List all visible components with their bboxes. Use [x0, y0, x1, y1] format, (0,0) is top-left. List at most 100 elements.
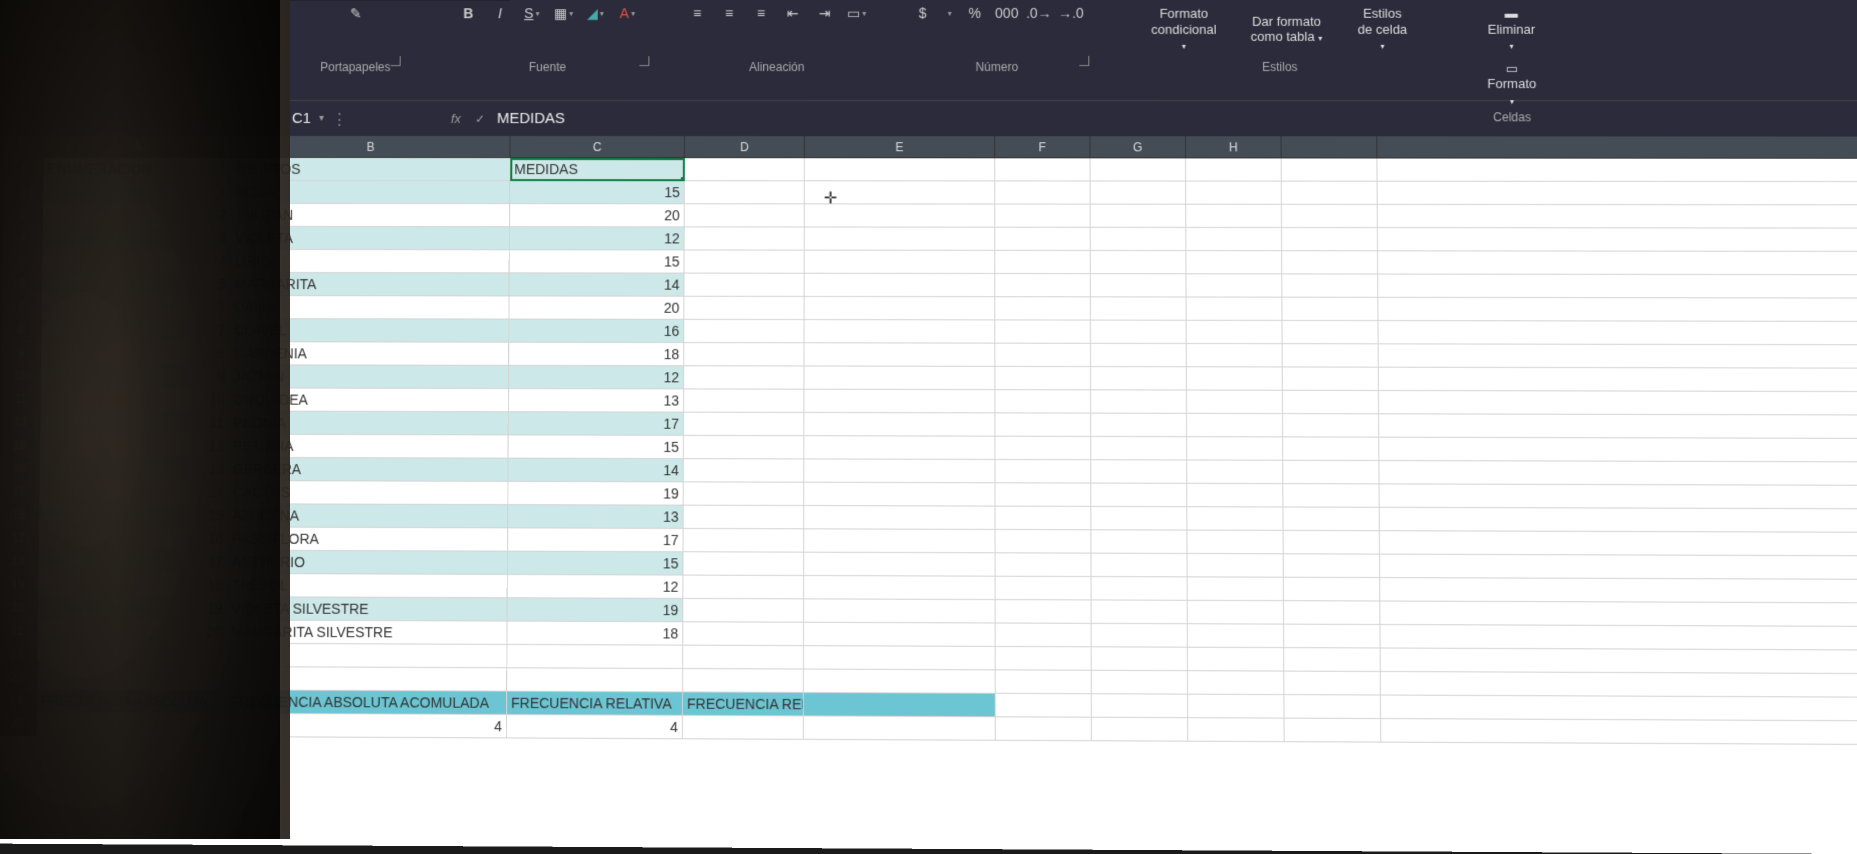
cell[interactable] [1379, 438, 1857, 463]
fill-color-icon[interactable]: ◢▾ [587, 4, 605, 22]
cell[interactable] [995, 205, 1090, 228]
cell[interactable]: 15 [510, 250, 685, 273]
cell[interactable] [1284, 672, 1381, 696]
column-header[interactable]: H [1186, 136, 1282, 158]
cell[interactable] [996, 507, 1092, 531]
cell[interactable] [1188, 601, 1284, 625]
cell[interactable] [996, 670, 1092, 694]
cell[interactable] [995, 437, 1091, 461]
cell[interactable] [685, 158, 805, 181]
cell[interactable] [1380, 531, 1857, 556]
cell[interactable] [1187, 484, 1283, 508]
cell[interactable] [1283, 391, 1379, 415]
column-header[interactable]: G [1090, 136, 1186, 158]
cell[interactable] [996, 717, 1092, 741]
cell-styles-button[interactable]: Estilos de celda ▾ [1350, 4, 1414, 55]
cell[interactable]: 12 [508, 575, 684, 599]
cell[interactable] [804, 366, 995, 390]
cell[interactable] [1379, 414, 1857, 439]
cell[interactable] [1284, 578, 1380, 602]
cell[interactable] [1092, 694, 1188, 718]
cell[interactable] [804, 343, 995, 367]
cell[interactable]: 16 [509, 320, 684, 343]
cell[interactable] [684, 436, 805, 460]
cell[interactable]: 17 [509, 412, 684, 436]
cell[interactable]: FRECUENCIA RELATIVA ACOMULADA [683, 692, 804, 716]
cell[interactable] [1378, 205, 1857, 229]
cell[interactable]: 20 [509, 296, 684, 319]
cell[interactable] [507, 668, 683, 692]
name-box[interactable]: C1 ▾ ⋮ [292, 109, 411, 127]
column-header[interactable]: D [685, 136, 805, 158]
cell[interactable] [684, 506, 805, 530]
cell[interactable]: 19 [508, 482, 683, 506]
cell[interactable] [996, 577, 1092, 601]
formula-input[interactable]: MEDIDAS [497, 110, 565, 127]
cell[interactable] [1380, 555, 1857, 580]
cell[interactable] [804, 670, 996, 694]
cell[interactable] [1284, 695, 1381, 719]
column-header[interactable] [1282, 136, 1378, 158]
name-box-dropdown-icon[interactable]: ▾ [319, 113, 324, 124]
cell[interactable] [1378, 228, 1857, 252]
cell[interactable] [1188, 648, 1284, 672]
cell[interactable] [805, 227, 996, 250]
cell[interactable] [804, 623, 996, 647]
cell[interactable] [684, 274, 804, 297]
cell[interactable] [684, 343, 804, 366]
cell[interactable] [1187, 507, 1283, 531]
currency-icon[interactable]: $ [914, 4, 932, 22]
cell[interactable] [1282, 205, 1378, 228]
cell[interactable] [804, 716, 996, 740]
cell[interactable] [1091, 321, 1187, 344]
cell[interactable] [1380, 602, 1857, 627]
cell[interactable] [1187, 437, 1283, 461]
cell[interactable] [1091, 507, 1187, 531]
cell[interactable] [684, 529, 805, 553]
cell[interactable] [1381, 696, 1857, 722]
cell[interactable] [1283, 507, 1379, 531]
cell[interactable]: 13 [508, 505, 684, 529]
cell[interactable] [995, 251, 1091, 274]
cell[interactable] [804, 413, 995, 437]
cell[interactable] [683, 552, 804, 576]
format-as-table-button[interactable]: Dar formato como tabla ▾ [1243, 12, 1331, 47]
cell[interactable] [1283, 344, 1379, 367]
cell[interactable] [1187, 321, 1283, 344]
cell[interactable] [804, 646, 996, 670]
cell[interactable] [1186, 182, 1282, 205]
cell[interactable] [1091, 390, 1187, 414]
cell[interactable] [996, 553, 1092, 577]
cell[interactable] [1186, 274, 1282, 297]
cell[interactable]: 14 [508, 459, 683, 483]
cell[interactable] [1378, 182, 1857, 206]
cell[interactable] [684, 459, 805, 483]
cell[interactable] [1282, 298, 1378, 321]
cell[interactable] [1092, 577, 1188, 601]
cell[interactable] [684, 320, 804, 343]
clipboard-launcher[interactable] [390, 56, 400, 66]
cell[interactable] [804, 529, 995, 553]
cell[interactable] [1380, 625, 1857, 651]
border-icon[interactable]: ▦▾ [555, 4, 573, 22]
cell[interactable] [805, 204, 996, 227]
column-header[interactable]: F [995, 136, 1090, 158]
cell[interactable] [1186, 158, 1282, 181]
decrease-decimal-icon[interactable]: →.0 [1062, 4, 1080, 22]
cell[interactable] [1092, 600, 1188, 624]
cell[interactable] [805, 181, 995, 204]
cell[interactable] [1283, 484, 1379, 508]
cell[interactable] [683, 599, 804, 623]
cell[interactable]: 18 [509, 343, 684, 367]
cell[interactable] [995, 228, 1091, 251]
cell[interactable] [805, 251, 996, 274]
underline-icon[interactable]: S▾ [523, 4, 541, 22]
cell[interactable] [1282, 182, 1378, 205]
cell[interactable] [995, 158, 1090, 181]
cell[interactable] [805, 320, 996, 344]
cell[interactable] [1186, 228, 1282, 251]
font-launcher[interactable] [639, 56, 649, 66]
cell[interactable] [804, 506, 995, 530]
cell[interactable] [995, 274, 1091, 297]
cell[interactable] [995, 367, 1091, 390]
